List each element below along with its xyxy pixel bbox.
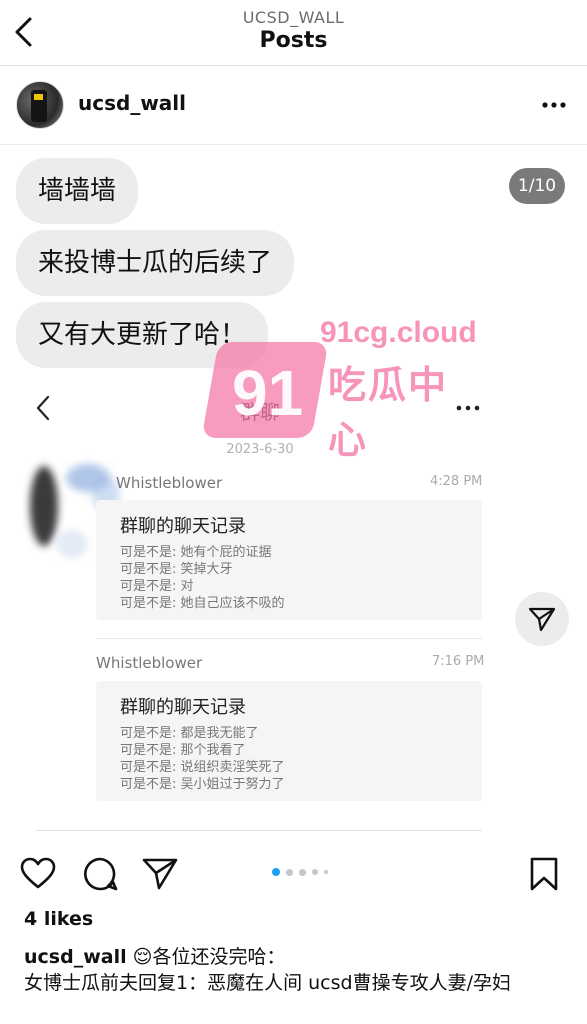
like-count[interactable]: 4 likes bbox=[24, 908, 93, 930]
card-title: 群聊的聊天记录 bbox=[120, 516, 246, 537]
caption-text: 各位还没完哈： bbox=[152, 946, 286, 968]
action-bar bbox=[0, 846, 587, 902]
divider bbox=[36, 830, 482, 831]
carousel-dot bbox=[286, 868, 293, 876]
card-line: 可是不是: 那个我看了 bbox=[120, 743, 246, 758]
carousel-dot bbox=[324, 870, 328, 874]
send-icon bbox=[528, 607, 556, 632]
divider bbox=[96, 638, 482, 639]
post-username[interactable]: ucsd_wall bbox=[78, 91, 186, 115]
caption-username[interactable]: ucsd_wall bbox=[24, 946, 127, 968]
more-icon[interactable] bbox=[541, 95, 567, 115]
avatar[interactable] bbox=[16, 81, 64, 129]
send-button[interactable] bbox=[515, 592, 569, 646]
page-title: Posts bbox=[259, 28, 328, 53]
carousel-dot bbox=[299, 868, 306, 876]
caption-emoji: 😌 bbox=[132, 946, 153, 968]
chat-record-card: 群聊的聊天记录 可是不是: 都是我无能了 可是不是: 那个我看了 可是不是: 说… bbox=[96, 681, 482, 801]
carousel-indicator bbox=[272, 866, 352, 878]
comment-icon[interactable] bbox=[82, 856, 118, 892]
post-header: ucsd_wall bbox=[0, 67, 587, 145]
card-line: 可是不是: 她有个屁的证据 bbox=[120, 545, 272, 560]
carousel-dot bbox=[272, 868, 280, 876]
message-time: 7:16 PM bbox=[432, 654, 485, 669]
message-time: 4:28 PM bbox=[430, 474, 483, 489]
chat-record-card: 群聊的聊天记录 可是不是: 她有个屁的证据 可是不是: 笑掉大牙 可是不是: 对… bbox=[96, 500, 482, 620]
carousel-dot bbox=[312, 869, 318, 875]
bookmark-icon[interactable] bbox=[526, 856, 562, 892]
message-sender: Whistleblower bbox=[96, 654, 203, 672]
caption: ucsd_wall 😌各位还没完哈： 女博士瓜前夫回复1：恶魔在人间 ucsd曹… bbox=[24, 944, 569, 996]
card-line: 可是不是: 笑掉大牙 bbox=[120, 562, 233, 577]
chat-title: 群聊 bbox=[240, 400, 280, 424]
account-subtitle: UCSD_WALL bbox=[242, 8, 345, 27]
message-bubble: 墙墙墙 bbox=[16, 158, 139, 224]
message-bubble: 又有大更新了哈！ bbox=[16, 302, 269, 368]
watermark-url: 91cg.cloud bbox=[320, 316, 477, 349]
message-sender: Whistleblower bbox=[116, 474, 223, 492]
message-bubble: 来投博士瓜的后续了 bbox=[16, 230, 295, 296]
card-line: 可是不是: 都是我无能了 bbox=[120, 726, 259, 741]
caption-text-line2: 女博士瓜前夫回复1：恶魔在人间 ucsd曹操专攻人妻/孕妇 bbox=[24, 972, 511, 994]
card-title: 群聊的聊天记录 bbox=[120, 697, 246, 718]
chat-more-icon bbox=[456, 405, 480, 411]
card-line: 可是不是: 吴小姐过于努力了 bbox=[120, 777, 285, 792]
heart-icon[interactable] bbox=[20, 856, 56, 892]
top-bar: UCSD_WALL Posts bbox=[0, 0, 587, 66]
share-icon[interactable] bbox=[142, 856, 178, 892]
post-image[interactable]: 墙墙墙 来投博士瓜的后续了 又有大更新了哈！ 1/10 群聊 2023-6-30… bbox=[0, 146, 587, 838]
card-line: 可是不是: 说组织卖淫笑死了 bbox=[120, 760, 285, 775]
carousel-counter: 1/10 bbox=[509, 168, 565, 204]
card-line: 可是不是: 对 bbox=[120, 579, 194, 594]
card-line: 可是不是: 她自己应该不吸的 bbox=[120, 596, 285, 611]
